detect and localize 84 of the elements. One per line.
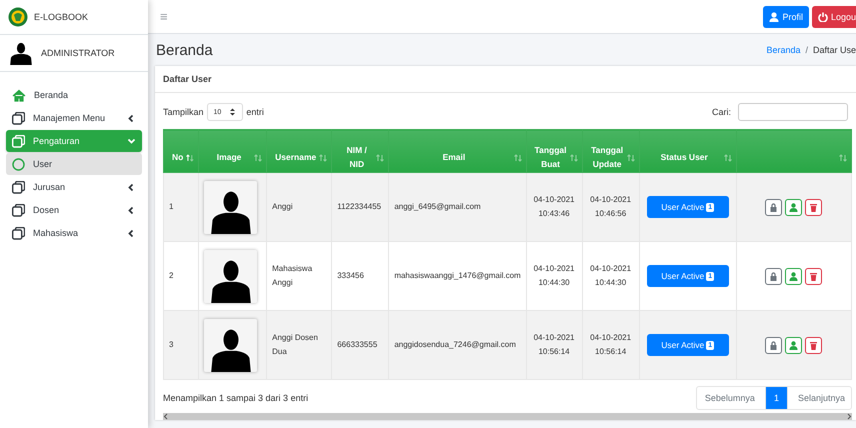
user-icon (769, 12, 780, 22)
delete-button[interactable] (805, 336, 822, 354)
sort-icon[interactable] (186, 154, 194, 162)
window-icon (12, 204, 25, 216)
search-label: Cari: (712, 107, 731, 117)
sidebar-item[interactable]: Beranda (6, 84, 142, 106)
email: anggi_6495@gmail.com (394, 202, 481, 212)
date-time: 04-10-2021 10:56:14 (590, 333, 632, 356)
sort-icon[interactable] (319, 154, 328, 162)
length-label: Tampilkan (163, 107, 204, 117)
window-icon (12, 226, 25, 240)
row-number: 3 (169, 340, 174, 350)
lock-button[interactable] (765, 336, 782, 354)
sidebar-item[interactable]: Jurusan (6, 176, 142, 198)
scroll-right-icon[interactable] (847, 413, 852, 420)
row-number: 2 (169, 271, 174, 280)
table-info: Menampilkan 1 sampai 3 dari 3 entri (163, 393, 310, 403)
window-icon (12, 134, 25, 148)
delete-button[interactable] (805, 198, 822, 216)
page-title: Beranda (156, 42, 214, 58)
page-button[interactable]: 1 (766, 387, 787, 409)
id-number: 333456 (337, 271, 364, 280)
lock-icon (769, 340, 778, 350)
breadcrumb-link[interactable]: Beranda (766, 45, 800, 55)
next-button[interactable]: Selanjutnya (786, 387, 851, 409)
sort-icon[interactable] (376, 154, 384, 162)
breadcrumb-separator: / (805, 45, 808, 55)
lock-button[interactable] (765, 268, 782, 284)
sidebar-item[interactable]: Dosen (6, 199, 142, 221)
user-button[interactable] (785, 336, 802, 354)
window-icon (12, 112, 25, 124)
brand-name: E-LOGBOOK (34, 12, 88, 22)
user-name: ADMINISTRATOR (41, 48, 115, 58)
scroll-left-icon[interactable] (163, 413, 168, 420)
card-title: Daftar User (155, 66, 856, 93)
user-button[interactable] (785, 198, 802, 216)
user-icon (789, 340, 798, 350)
menu-icon[interactable]: ≡ (160, 9, 764, 24)
updown-icon (229, 108, 236, 116)
sidebar-item[interactable]: Mahasiswa (6, 222, 142, 244)
date-time: 04-10-2021 10:46:56 (590, 195, 632, 218)
user-icon (789, 272, 798, 280)
email: anggidosendua_7246@gmail.com (394, 340, 516, 350)
lock-button[interactable] (765, 198, 782, 216)
logo-icon (8, 7, 28, 27)
lock-icon (769, 202, 778, 212)
profile-button[interactable]: Profil (763, 6, 809, 28)
breadcrumb-current: Daftar Use (812, 45, 856, 55)
circle-icon (12, 158, 25, 170)
id-number: 666333555 (337, 340, 378, 350)
email: mahasiswaanggi_1476@gmail.com (394, 271, 521, 280)
search-field[interactable] (738, 103, 848, 121)
date-time: 04-10-2021 10:44:30 (590, 264, 632, 287)
username: Mahasiswa Anggi (272, 264, 312, 287)
length-suffix: entri (246, 107, 264, 117)
home-icon (12, 88, 26, 102)
window-icon (12, 180, 25, 194)
sidebar-item[interactable]: Pengaturan (6, 130, 142, 152)
username: Anggi Dosen Dua (272, 333, 318, 356)
trash-icon (809, 272, 818, 280)
username: Anggi (272, 202, 293, 212)
sort-icon[interactable] (839, 154, 847, 162)
sidebar-subitem[interactable]: User (6, 153, 142, 175)
sidebar-item[interactable]: Manajemen Menu (6, 107, 142, 129)
avatar-icon (9, 41, 33, 65)
sort-icon[interactable] (514, 154, 522, 162)
sort-icon[interactable] (570, 154, 578, 162)
sort-icon[interactable] (254, 154, 262, 162)
trash-icon (809, 202, 818, 212)
id-number: 1122334455 (337, 202, 382, 212)
delete-button[interactable] (805, 268, 822, 284)
trash-icon (809, 340, 818, 350)
horizontal-scrollbar[interactable] (163, 413, 852, 420)
user-button[interactable] (785, 268, 802, 284)
power-icon (818, 12, 828, 22)
user-icon (789, 202, 798, 212)
logout-button[interactable]: Logou (812, 6, 856, 28)
date-time: 04-10-2021 10:43:46 (534, 195, 574, 218)
date-time: 04-10-2021 10:44:30 (534, 264, 574, 287)
row-number: 1 (169, 202, 174, 212)
sort-icon[interactable] (626, 154, 635, 162)
date-time: 04-10-2021 10:56:14 (534, 333, 574, 356)
lock-icon (769, 272, 778, 280)
sort-icon[interactable] (724, 154, 732, 162)
